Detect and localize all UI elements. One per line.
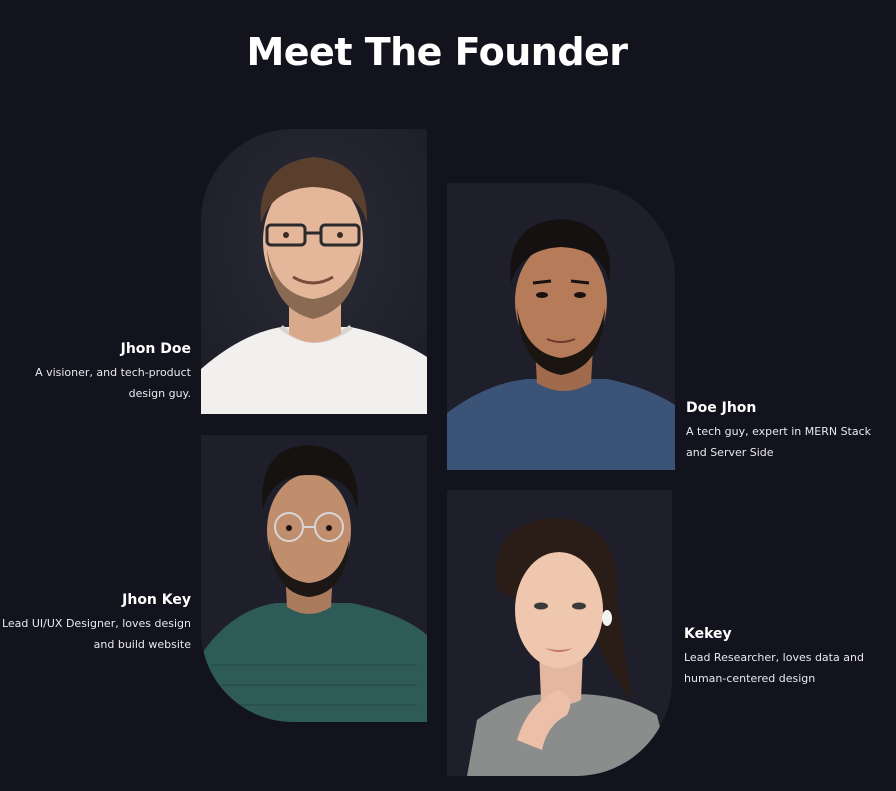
founder-name: Jhon Doe: [120, 341, 191, 357]
founder-description-line: Lead UI/UX Designer, loves design: [1, 617, 191, 630]
founders-section: Meet The Founder Jhon Doe A visioner, an…: [0, 0, 896, 791]
founder-photo-jhon-doe: [201, 129, 427, 414]
founder-description-line: and build website: [93, 638, 191, 651]
founder-description-line: A visioner, and tech-product: [35, 366, 191, 379]
founder-info-kekey: Kekey Lead Researcher, loves data and hu…: [684, 625, 884, 689]
founder-name: Jhon Key: [122, 592, 191, 608]
founder-info-jhon-doe: Jhon Doe A visioner, and tech-product de…: [0, 340, 191, 404]
founder-description-line: human-centered design: [684, 672, 816, 685]
founder-photo-jhon-key: [201, 435, 427, 722]
section-title: Meet The Founder: [246, 30, 628, 74]
founder-name: Doe Jhon: [686, 400, 757, 416]
founder-info-jhon-key: Jhon Key Lead UI/UX Designer, loves desi…: [0, 591, 191, 655]
founder-photo-doe-jhon: [447, 183, 675, 470]
founder-name: Kekey: [684, 626, 732, 642]
founder-info-doe-jhon: Doe Jhon A tech guy, expert in MERN Stac…: [686, 399, 886, 463]
founder-description-line: design guy.: [128, 387, 191, 400]
founder-photo-kekey: [447, 490, 672, 776]
founder-description-line: A tech guy, expert in MERN Stack: [686, 425, 872, 438]
founder-description-line: and Server Side: [686, 446, 774, 459]
founder-description-line: Lead Researcher, loves data and: [684, 651, 864, 664]
